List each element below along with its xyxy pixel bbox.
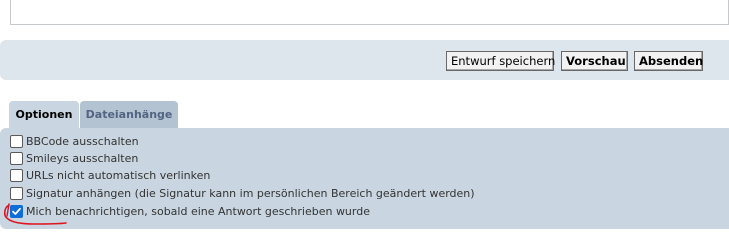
tab-attachments[interactable]: Dateianhänge <box>80 101 178 128</box>
preview-button[interactable]: Vorschau <box>561 51 628 71</box>
submit-button[interactable]: Absenden <box>634 51 703 71</box>
checkbox[interactable] <box>10 169 23 182</box>
checkbox[interactable] <box>10 152 23 165</box>
option-disable-magic-url[interactable]: URLs nicht automatisch verlinken <box>10 167 210 184</box>
checkbox[interactable] <box>10 135 23 148</box>
option-label: Signatur anhängen (die Signatur kann im … <box>26 187 475 200</box>
tab-options[interactable]: Optionen <box>9 101 79 129</box>
option-label: Smileys ausschalten <box>26 152 139 165</box>
option-disable-smilies[interactable]: Smileys ausschalten <box>10 150 138 167</box>
red-annotation-mark <box>3 203 67 225</box>
message-textarea[interactable] <box>10 0 729 25</box>
option-disable-bbcode[interactable]: BBCode ausschalten <box>10 133 139 150</box>
save-draft-button[interactable]: Entwurf speichern <box>446 51 555 71</box>
option-label: BBCode ausschalten <box>26 135 139 148</box>
option-label: URLs nicht automatisch verlinken <box>26 169 211 182</box>
